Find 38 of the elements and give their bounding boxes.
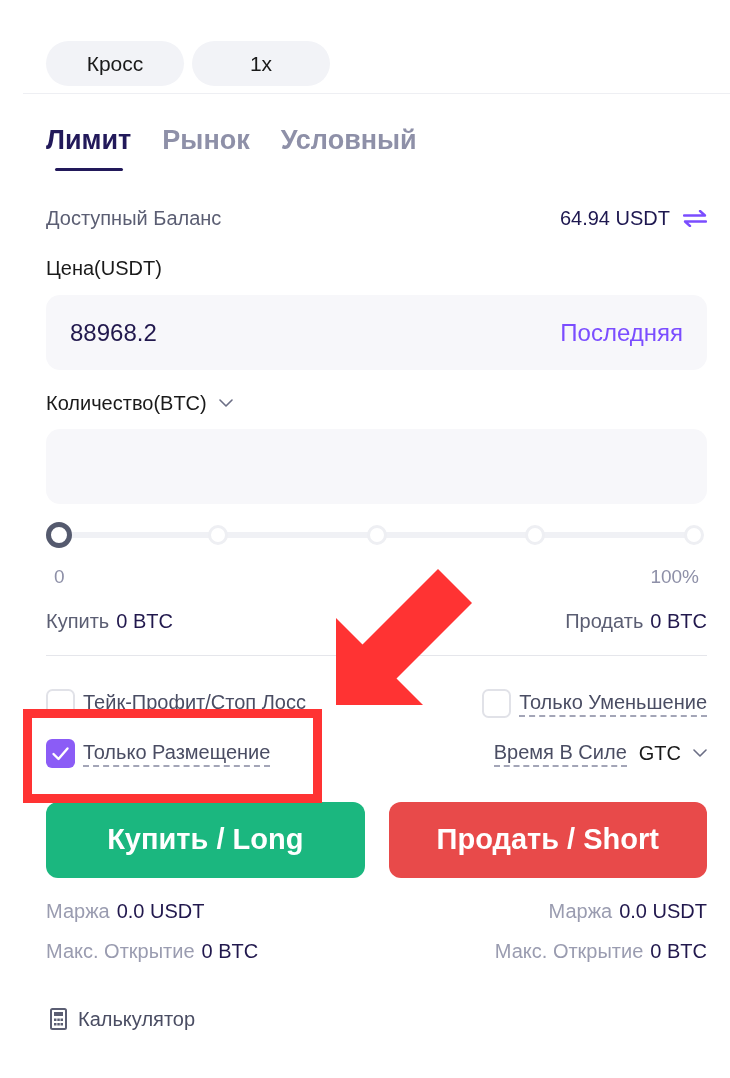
detail-label: Макс. Открытие bbox=[494, 939, 644, 964]
position-setting-button[interactable]: Кросс bbox=[46, 41, 184, 86]
time-in-force-dropdown[interactable]: GTC bbox=[638, 738, 707, 768]
quantity-label[interactable]: Количество(BTC) bbox=[46, 388, 207, 418]
slider-min-label: 0 bbox=[54, 564, 65, 589]
last-price-button[interactable]: Последняя bbox=[560, 314, 683, 351]
order-button[interactable]: Продать / Short bbox=[388, 802, 707, 878]
position-setting-button[interactable]: 1x bbox=[192, 41, 330, 86]
detail-value: 0.0 USDT bbox=[116, 899, 205, 924]
detail-label: Макс. Открытие bbox=[46, 939, 195, 964]
amount-label: Продать bbox=[565, 609, 644, 634]
slider-max-label: 100% bbox=[650, 564, 699, 589]
detail-value: 0 BTC bbox=[650, 939, 707, 964]
checkbox[interactable] bbox=[482, 688, 512, 718]
order-type-tab[interactable]: Лимит bbox=[46, 124, 132, 171]
detail-value: 0 BTC bbox=[201, 939, 259, 964]
detail-value: 0.0 USDT bbox=[619, 899, 707, 924]
price-input[interactable]: 88968.2 Последняя bbox=[46, 295, 707, 370]
chevron-down-icon bbox=[218, 399, 233, 407]
option-label[interactable]: Только Размещение bbox=[83, 739, 271, 767]
price-value: 88968.2 bbox=[70, 317, 157, 348]
option-label[interactable]: Только Уменьшение bbox=[519, 689, 707, 717]
amount-value: 0 BTC bbox=[116, 609, 173, 634]
detail-label: Маржа bbox=[548, 899, 613, 924]
amount-label: Купить bbox=[46, 609, 110, 634]
calculator-icon[interactable] bbox=[50, 1008, 67, 1030]
option-label[interactable]: Время В Силе bbox=[493, 739, 627, 767]
price-label: Цена(USDT) bbox=[46, 256, 162, 281]
swap-icon[interactable] bbox=[683, 209, 707, 227]
option-label[interactable]: Тейк-Профит/Стоп Лосс bbox=[83, 689, 306, 717]
slider-thumb[interactable] bbox=[46, 522, 72, 548]
balance-value: 64.94 USDT bbox=[559, 206, 670, 231]
calculator-link[interactable]: Калькулятор bbox=[78, 1004, 196, 1034]
chevron-down-icon bbox=[693, 749, 707, 757]
balance-label: Доступный Баланс bbox=[46, 206, 222, 231]
checkbox[interactable] bbox=[46, 738, 75, 768]
amount-value: 0 BTC bbox=[650, 609, 707, 634]
detail-label: Маржа bbox=[46, 899, 110, 924]
